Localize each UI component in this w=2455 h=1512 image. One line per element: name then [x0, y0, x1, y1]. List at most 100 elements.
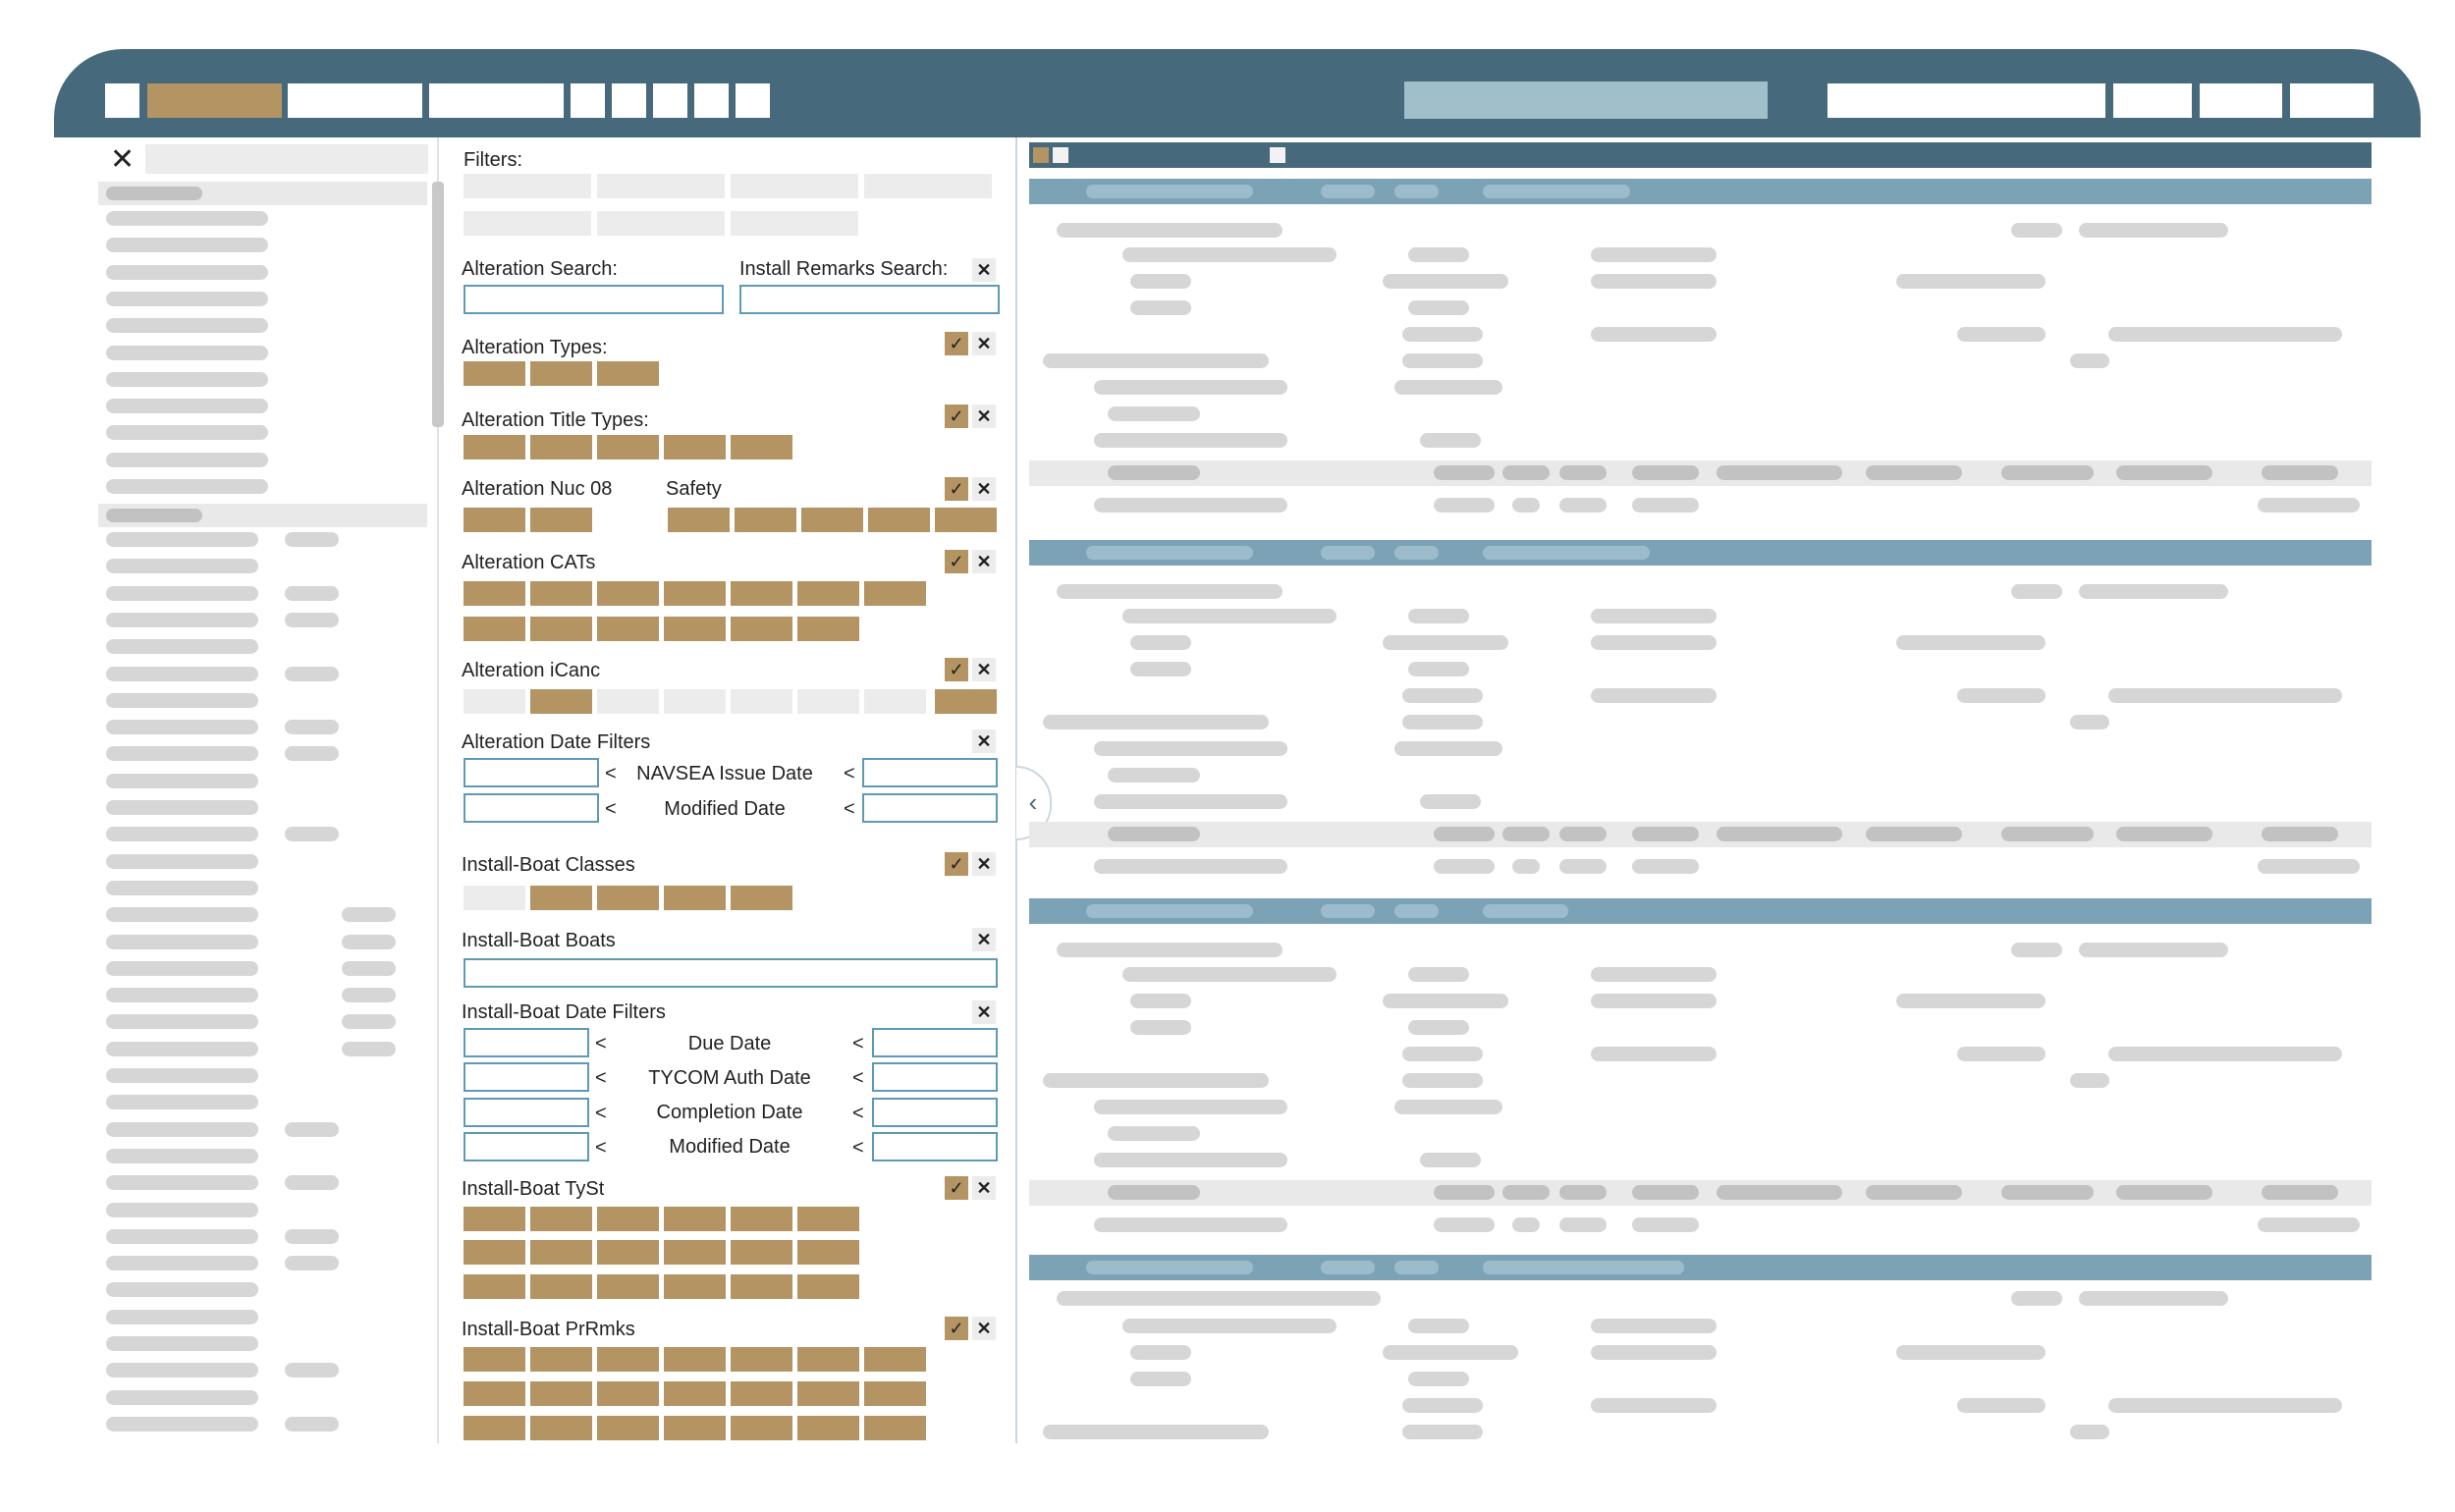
- active-filter-slot[interactable]: [731, 174, 858, 198]
- filter-chip[interactable]: [530, 1240, 592, 1265]
- toolbar-action-1[interactable]: [2113, 83, 2192, 118]
- filter-chip[interactable]: [597, 886, 659, 910]
- filter-chip[interactable]: [464, 1207, 525, 1231]
- filter-chip[interactable]: [731, 1274, 792, 1299]
- toolbar-button-4[interactable]: [694, 83, 729, 118]
- filter-chip[interactable]: [597, 617, 659, 641]
- select-all-check-icon[interactable]: ✓: [945, 1176, 968, 1200]
- filter-chip[interactable]: [797, 581, 859, 606]
- filter-chip[interactable]: [530, 886, 592, 910]
- filter-chip[interactable]: [464, 1347, 525, 1372]
- filter-chip[interactable]: [597, 1207, 659, 1231]
- tycom-auth-date-to-input[interactable]: [872, 1062, 998, 1092]
- filter-chip[interactable]: [530, 361, 592, 386]
- filter-chip[interactable]: [464, 581, 525, 606]
- filter-chip[interactable]: [731, 1381, 792, 1406]
- tab-2[interactable]: [288, 83, 422, 118]
- select-all-check-icon[interactable]: ✓: [945, 658, 968, 681]
- filter-chip[interactable]: [597, 1347, 659, 1372]
- filter-chip[interactable]: [731, 886, 792, 910]
- filter-chip[interactable]: [731, 1207, 792, 1231]
- filter-chip[interactable]: [935, 508, 997, 532]
- filter-chip[interactable]: [530, 1274, 592, 1299]
- menu-button[interactable]: [105, 83, 139, 118]
- select-all-check-icon[interactable]: ✓: [945, 1317, 968, 1340]
- toolbar-button-5[interactable]: [736, 83, 770, 118]
- filter-chip[interactable]: [731, 1240, 792, 1265]
- filter-chip[interactable]: [797, 1207, 859, 1231]
- clear-filter-icon[interactable]: ✕: [972, 1176, 996, 1200]
- filter-chip[interactable]: [464, 689, 525, 714]
- filter-chip[interactable]: [464, 508, 525, 532]
- filter-chip[interactable]: [864, 1381, 926, 1406]
- filter-chip[interactable]: [597, 1381, 659, 1406]
- completion-date-from-input[interactable]: [464, 1098, 589, 1127]
- filter-chip[interactable]: [464, 435, 525, 459]
- result-group-header[interactable]: [1029, 179, 2372, 204]
- active-filter-slot[interactable]: [864, 174, 992, 198]
- filter-chip[interactable]: [664, 1240, 726, 1265]
- filter-chip[interactable]: [731, 689, 792, 714]
- filter-chip[interactable]: [664, 617, 726, 641]
- filter-chip[interactable]: [864, 581, 926, 606]
- filter-chip[interactable]: [797, 1274, 859, 1299]
- filter-chip[interactable]: [530, 508, 592, 532]
- install-modified-date-from-input[interactable]: [464, 1132, 589, 1161]
- filter-chip[interactable]: [664, 435, 726, 459]
- active-filter-slot[interactable]: [464, 174, 591, 198]
- filter-chip[interactable]: [530, 1416, 592, 1440]
- select-all-check-icon[interactable]: ✓: [945, 332, 968, 355]
- filter-chip[interactable]: [464, 1381, 525, 1406]
- filter-chip[interactable]: [464, 1416, 525, 1440]
- filter-chip[interactable]: [530, 1381, 592, 1406]
- select-all-check-icon[interactable]: ✓: [945, 477, 968, 501]
- active-filter-slot[interactable]: [464, 211, 591, 236]
- clear-filter-icon[interactable]: ✕: [972, 1317, 996, 1340]
- results-checkbox[interactable]: [1033, 147, 1049, 163]
- filter-chip[interactable]: [797, 1416, 859, 1440]
- modified-date-from-input[interactable]: [464, 793, 599, 823]
- install-boat-boats-input[interactable]: [464, 958, 998, 988]
- active-filter-slot[interactable]: [597, 211, 725, 236]
- clear-filter-icon[interactable]: ✕: [972, 477, 996, 501]
- select-all-check-icon[interactable]: ✓: [945, 852, 968, 876]
- clear-filter-icon[interactable]: ✕: [972, 405, 996, 428]
- modified-date-to-input[interactable]: [862, 793, 998, 823]
- tycom-auth-date-from-input[interactable]: [464, 1062, 589, 1092]
- toolbar-button-3[interactable]: [653, 83, 687, 118]
- filter-chip[interactable]: [597, 1240, 659, 1265]
- filter-chip[interactable]: [731, 617, 792, 641]
- due-date-from-input[interactable]: [464, 1028, 589, 1057]
- results-checkbox[interactable]: [1270, 147, 1285, 163]
- navsea-issue-date-from-input[interactable]: [464, 758, 599, 787]
- filter-chip[interactable]: [664, 1381, 726, 1406]
- filter-chip[interactable]: [868, 508, 930, 532]
- toolbar-action-2[interactable]: [2200, 83, 2282, 118]
- filter-chip[interactable]: [731, 581, 792, 606]
- filter-chip[interactable]: [797, 1347, 859, 1372]
- filter-chip[interactable]: [664, 1207, 726, 1231]
- clear-filter-icon[interactable]: ✕: [972, 729, 996, 753]
- filter-chip[interactable]: [464, 1240, 525, 1265]
- global-search-input[interactable]: [1404, 81, 1768, 119]
- active-filter-slot[interactable]: [731, 211, 858, 236]
- result-group-header[interactable]: [1029, 540, 2372, 566]
- filter-chip[interactable]: [797, 689, 859, 714]
- filter-chip[interactable]: [864, 689, 926, 714]
- clear-filter-icon[interactable]: ✕: [972, 658, 996, 681]
- clear-filter-icon[interactable]: ✕: [972, 332, 996, 355]
- toolbar-action-3[interactable]: [2290, 83, 2373, 118]
- filter-chip[interactable]: [464, 361, 525, 386]
- toolbar-button-1[interactable]: [571, 83, 605, 118]
- filter-chip[interactable]: [597, 1274, 659, 1299]
- filter-chip[interactable]: [664, 1347, 726, 1372]
- filter-chip[interactable]: [797, 1240, 859, 1265]
- toolbar-button-2[interactable]: [612, 83, 646, 118]
- clear-filter-icon[interactable]: ✕: [972, 550, 996, 573]
- filter-chip[interactable]: [801, 508, 863, 532]
- select-all-check-icon[interactable]: ✓: [945, 405, 968, 428]
- clear-filter-icon[interactable]: ✕: [972, 1000, 996, 1024]
- active-tab[interactable]: [147, 83, 282, 118]
- filter-chip[interactable]: [731, 1416, 792, 1440]
- user-field[interactable]: [1828, 83, 2105, 118]
